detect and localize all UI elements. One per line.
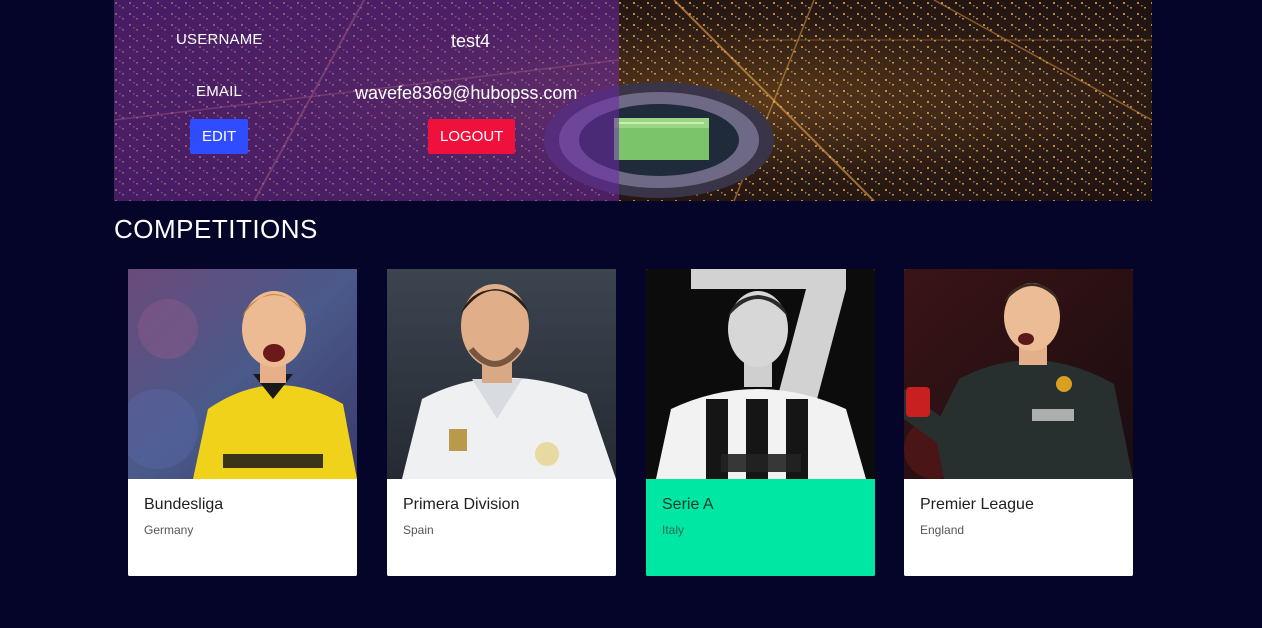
competition-country: Germany <box>144 523 194 537</box>
competition-name: Bundesliga <box>144 496 224 513</box>
logout-button[interactable]: LOGOUT <box>428 119 516 154</box>
card-body: Primera Division Spain <box>387 479 616 576</box>
profile-banner: USERNAME test4 EMAIL wavefe8369@hubopss.… <box>114 0 1152 201</box>
email-value: wavefe8369@hubopss.com <box>355 83 578 103</box>
card-body: Serie A Italy <box>646 479 875 576</box>
username-label: USERNAME <box>176 31 263 48</box>
competition-card-primera-division[interactable]: Primera Division Spain <box>387 269 616 576</box>
competition-name: Primera Division <box>403 496 520 513</box>
player-photo-premier-league <box>904 269 1133 479</box>
competition-name: Premier League <box>920 496 1034 513</box>
player-photo-bundesliga <box>128 269 357 479</box>
card-body: Premier League England <box>904 479 1133 576</box>
competition-name: Serie A <box>662 496 714 513</box>
username-value: test4 <box>451 31 491 51</box>
player-photo-primera-division <box>387 269 616 479</box>
edit-button[interactable]: EDIT <box>190 119 249 154</box>
competition-card-serie-a[interactable]: Serie A Italy <box>646 269 875 576</box>
competition-card-bundesliga[interactable]: Bundesliga Germany <box>128 269 357 576</box>
email-label: EMAIL <box>196 83 243 100</box>
competition-country: Spain <box>403 523 434 537</box>
card-body: Bundesliga Germany <box>128 479 357 576</box>
competition-cards: Bundesliga Germany Primera Division Spai… <box>128 269 1133 576</box>
competition-country: Italy <box>662 523 685 537</box>
competition-country: England <box>920 523 965 537</box>
competition-card-premier-league[interactable]: Premier League England <box>904 269 1133 576</box>
player-photo-serie-a <box>646 269 875 479</box>
competitions-heading: COMPETITIONS <box>114 214 318 244</box>
